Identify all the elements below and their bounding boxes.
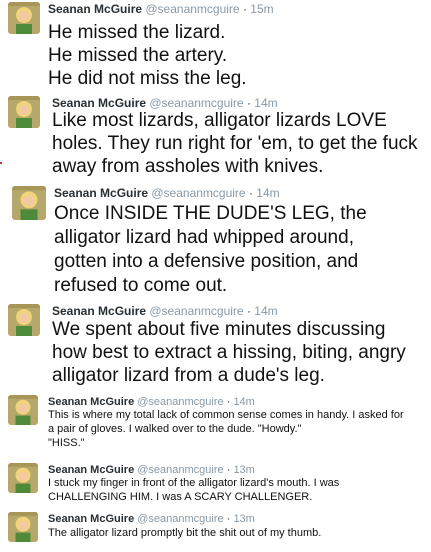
tweet-text: We spent about five minutes discussing h…	[52, 319, 406, 386]
author-name[interactable]: Seanan McGuire	[52, 96, 146, 110]
tweet: Seanan McGuire @seananmcguire · 14m This…	[8, 395, 428, 455]
tweet: Seanan McGuire @seananmcguire · 13m I st…	[8, 463, 428, 507]
tweet-text: The alligator lizard promptly bit the sh…	[48, 527, 322, 539]
timestamp[interactable]: 14m	[256, 186, 279, 200]
timestamp[interactable]: 15m	[250, 2, 273, 16]
timestamp[interactable]: 14m	[254, 304, 277, 318]
author-handle[interactable]: @seananmcguire	[151, 186, 245, 200]
tweet-text: I stuck my finger in front of the alliga…	[48, 477, 340, 503]
tweet: Seanan McGuire @seananmcguire · 14m We s…	[8, 304, 428, 388]
author-name[interactable]: Seanan McGuire	[48, 396, 134, 408]
tweet: Seanan McGuire @seananmcguire · 14m Once…	[12, 186, 428, 296]
avatar[interactable]	[8, 96, 40, 128]
tweet-text: Like most lizards, alligator lizards LOV…	[52, 110, 418, 177]
tweet-text: This is where my total lack of common se…	[48, 409, 404, 449]
author-handle[interactable]: @seananmcguire	[137, 396, 223, 408]
tweet: Seanan McGuire @seananmcguire · 14m Like…	[8, 96, 428, 178]
author-handle[interactable]: @seananmcguire	[149, 304, 243, 318]
author-name[interactable]: Seanan McGuire	[48, 464, 134, 476]
author-handle[interactable]: @seananmcguire	[149, 96, 243, 110]
author-name[interactable]: Seanan McGuire	[48, 2, 142, 16]
author-handle[interactable]: @seananmcguire	[145, 2, 239, 16]
author-name[interactable]: Seanan McGuire	[54, 186, 148, 200]
timestamp[interactable]: 13m	[233, 464, 254, 476]
author-handle[interactable]: @seananmcguire	[137, 513, 223, 525]
tweet-text: He missed the lizard. He missed the arte…	[48, 22, 247, 89]
tweet-text: Once INSIDE THE DUDE'S LEG, the alligato…	[54, 203, 367, 296]
avatar[interactable]	[8, 463, 38, 493]
timestamp[interactable]: 14m	[233, 396, 254, 408]
timestamp[interactable]: 13m	[233, 513, 254, 525]
timestamp[interactable]: 14m	[254, 96, 277, 110]
author-name[interactable]: Seanan McGuire	[48, 513, 134, 525]
avatar[interactable]	[8, 512, 38, 542]
avatar[interactable]	[8, 395, 38, 425]
author-handle[interactable]: @seananmcguire	[137, 464, 223, 476]
avatar[interactable]	[12, 186, 46, 220]
avatar[interactable]	[8, 304, 40, 336]
author-name[interactable]: Seanan McGuire	[52, 304, 146, 318]
tweet: Seanan McGuire @seananmcguire · 13m The …	[8, 512, 428, 550]
stray-mark	[0, 162, 2, 164]
tweet: Seanan McGuire @seananmcguire · 15m He m…	[8, 2, 428, 92]
avatar[interactable]	[8, 2, 40, 34]
